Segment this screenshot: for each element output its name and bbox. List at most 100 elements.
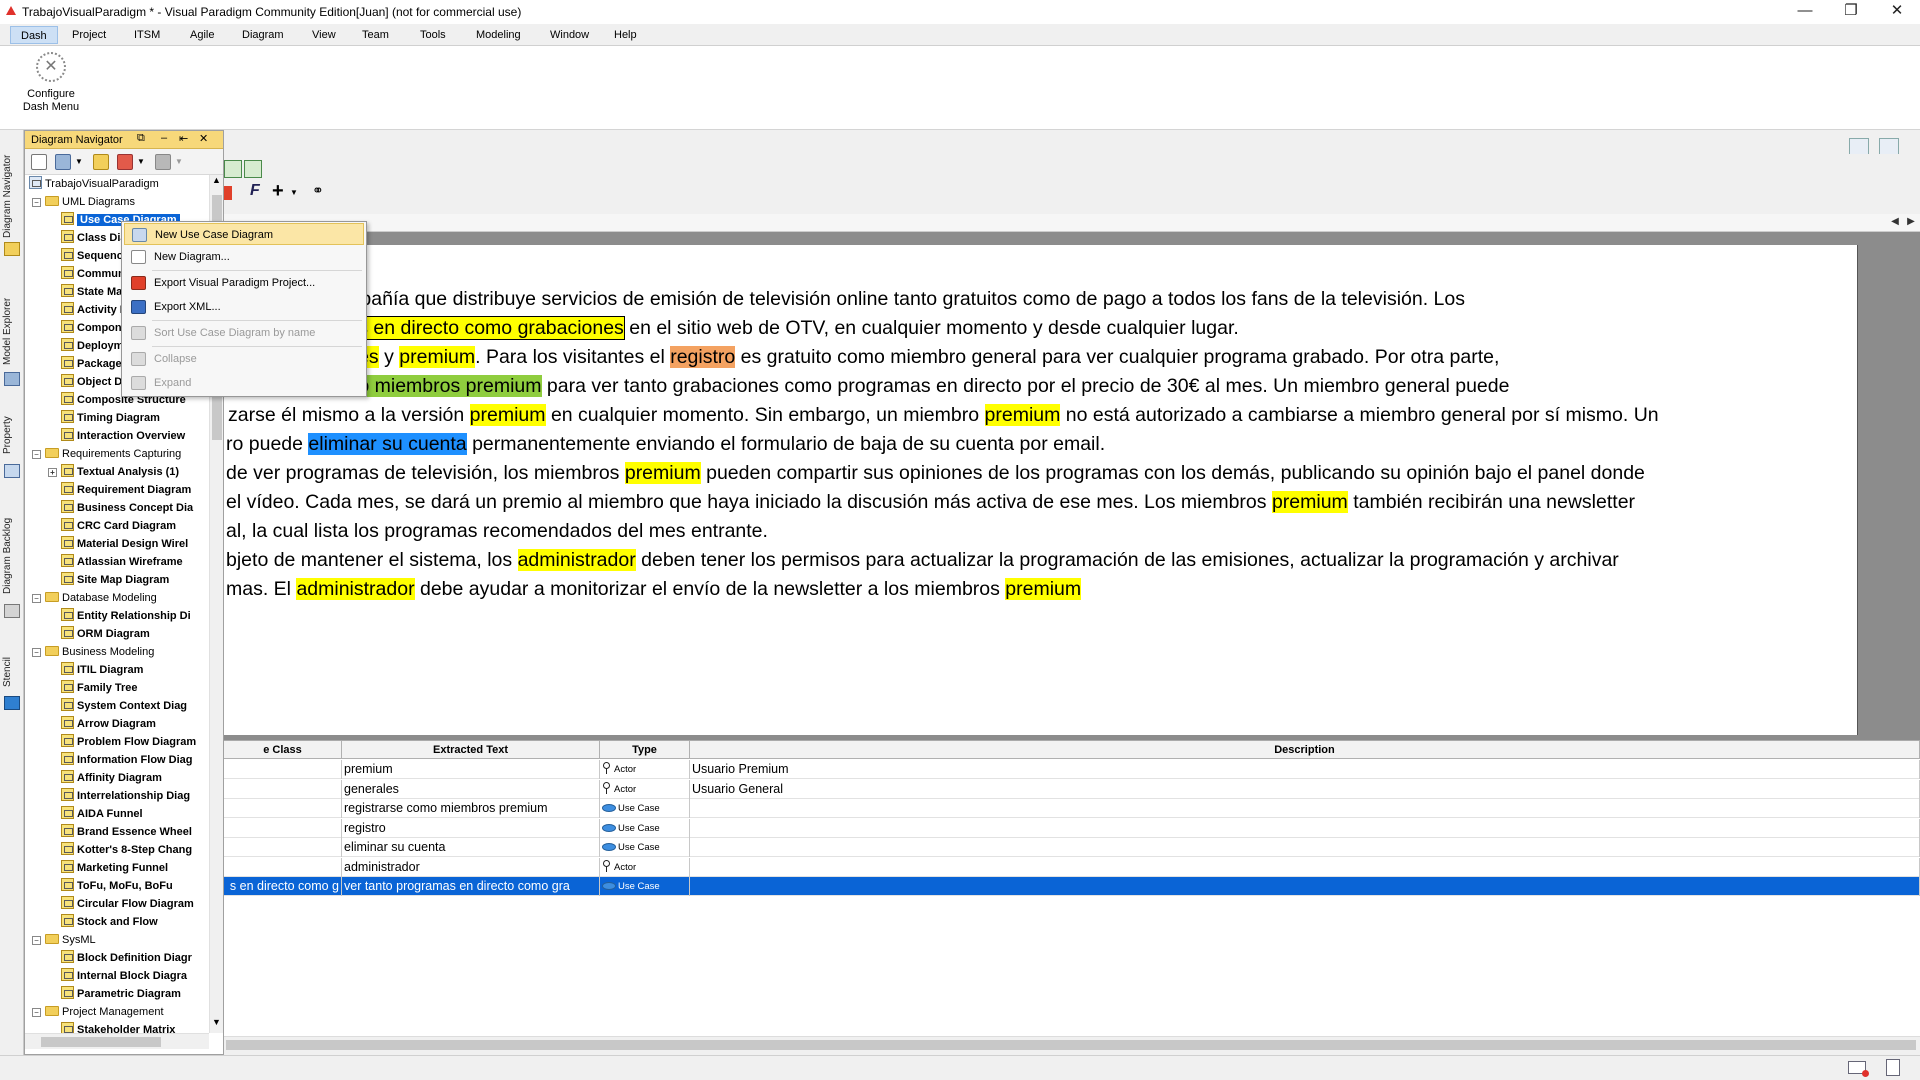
tree-folder[interactable]: − UML Diagrams xyxy=(32,193,135,211)
tree-item[interactable]: Timing Diagram xyxy=(61,409,160,427)
cell-description[interactable]: Usuario Premium xyxy=(690,760,1920,779)
tree-item[interactable]: Interaction Overview xyxy=(61,427,185,445)
cell-class[interactable] xyxy=(224,779,342,799)
tree-item[interactable]: Business Concept Dia xyxy=(61,499,193,517)
minimize-panel-icon[interactable]: – xyxy=(161,132,167,144)
highlighted-term[interactable]: premium xyxy=(1271,491,1348,513)
grid-icon[interactable] xyxy=(224,160,242,178)
cell-extracted-text[interactable]: eliminar su cuenta xyxy=(342,838,600,857)
cell-type[interactable]: Actor xyxy=(600,760,690,779)
collapse-toggle-icon[interactable]: − xyxy=(32,936,41,945)
tree-folder[interactable]: − Project Management xyxy=(32,1003,164,1021)
menu-window[interactable]: Window xyxy=(540,26,599,44)
menu-modeling[interactable]: Modeling xyxy=(466,26,531,44)
menu-dash[interactable]: Dash xyxy=(10,26,58,44)
tree-item[interactable]: ORM Diagram xyxy=(61,625,150,643)
scroll-up-icon[interactable]: ▲ xyxy=(212,175,221,185)
cell-extracted-text[interactable]: generales xyxy=(342,779,600,799)
tree-item[interactable]: Problem Flow Diagram xyxy=(61,733,196,751)
tree-item[interactable]: Parametric Diagram xyxy=(61,985,181,1003)
sort-dropdown-icon[interactable]: ▼ xyxy=(137,157,145,166)
add-dropdown-icon[interactable]: ▼ xyxy=(290,188,298,197)
cell-extracted-text[interactable]: ver tanto programas en directo como gra xyxy=(342,877,600,896)
tree-root[interactable]: TrabajoVisualParadigm xyxy=(29,175,159,193)
cell-class[interactable]: s en directo como g xyxy=(224,877,342,896)
new-diagram-icon[interactable] xyxy=(31,154,47,170)
tree-item[interactable]: Stakeholder Matrix xyxy=(61,1021,175,1033)
close-panel-icon[interactable]: ✕ xyxy=(199,132,208,145)
cell-description[interactable]: Usuario General xyxy=(690,779,1920,799)
highlighted-term[interactable]: registro xyxy=(670,346,736,368)
collapse-toggle-icon[interactable]: − xyxy=(32,198,41,207)
cell-type[interactable]: Use Case xyxy=(600,799,690,818)
tree-item[interactable]: Kotter's 8-Step Chang xyxy=(61,841,192,859)
highlighted-term[interactable]: premium xyxy=(399,346,476,368)
tab-stencil[interactable]: Stencil xyxy=(2,650,22,694)
cell-extracted-text[interactable]: premium xyxy=(342,760,600,779)
col-header-class[interactable]: e Class xyxy=(224,741,342,759)
find-binoculars-icon[interactable]: ⚭ xyxy=(312,182,324,199)
highlighted-term[interactable]: eliminar su cuenta xyxy=(308,433,467,455)
tab-diagram-navigator[interactable]: Diagram Navigator xyxy=(2,148,22,244)
float-panel-icon[interactable]: ⧉ xyxy=(137,132,145,145)
collapse-toggle-icon[interactable]: − xyxy=(32,450,41,459)
table-row[interactable]: generales Actor Usuario General xyxy=(224,779,1920,799)
menu-help[interactable]: Help xyxy=(604,26,647,44)
tree-item[interactable]: Entity Relationship Di xyxy=(61,607,191,625)
cell-class[interactable] xyxy=(224,818,342,838)
tree-item[interactable]: Atlassian Wireframe xyxy=(61,553,183,571)
tab-model-explorer[interactable]: Model Explorer xyxy=(2,292,22,370)
tree-folder[interactable]: − Requirements Capturing xyxy=(32,445,181,463)
refresh-icon[interactable] xyxy=(55,154,71,170)
expand-toggle-icon[interactable]: + xyxy=(48,468,57,477)
tree-item[interactable]: Information Flow Diag xyxy=(61,751,193,769)
cell-type[interactable]: Actor xyxy=(600,779,690,799)
minimize-button[interactable]: — xyxy=(1782,0,1828,24)
tree-item[interactable]: AIDA Funnel xyxy=(61,805,143,823)
highlight-icon[interactable] xyxy=(224,186,232,200)
collapse-toggle-icon[interactable]: − xyxy=(32,648,41,657)
cell-type[interactable]: Use Case xyxy=(600,877,690,896)
menu-new-use-case-diagram[interactable]: New Use Case Diagram xyxy=(124,223,364,245)
table-icon[interactable] xyxy=(244,160,262,178)
cell-description[interactable] xyxy=(690,877,1920,896)
tree-item[interactable]: Material Design Wirel xyxy=(61,535,188,553)
menu-team[interactable]: Team xyxy=(352,26,399,44)
scroll-down-icon[interactable]: ▼ xyxy=(212,1017,221,1027)
cell-description[interactable] xyxy=(690,818,1920,838)
tree-item[interactable]: Arrow Diagram xyxy=(61,715,156,733)
cell-extracted-text[interactable]: registro xyxy=(342,818,600,838)
tab-scroll-right-icon[interactable]: ▶ xyxy=(1904,216,1918,227)
sort-icon[interactable] xyxy=(117,154,133,170)
document-icon[interactable] xyxy=(1886,1059,1900,1076)
cell-extracted-text[interactable]: administrador xyxy=(342,857,600,877)
table-row[interactable]: registro Use Case xyxy=(224,818,1920,838)
tree-item[interactable]: Family Tree xyxy=(61,679,138,697)
tree-folder[interactable]: − SysML xyxy=(32,931,96,949)
table-row[interactable]: administrador Actor xyxy=(224,857,1920,877)
highlighted-term[interactable]: premium xyxy=(624,462,701,484)
cell-class[interactable] xyxy=(224,838,342,857)
collapse-toggle-icon[interactable]: − xyxy=(32,594,41,603)
configure-dash-menu-button[interactable]: ✕ Configure Dash Menu xyxy=(16,52,86,114)
highlighted-term[interactable]: premium xyxy=(1005,578,1082,600)
menu-export-project[interactable]: Export Visual Paradigm Project... xyxy=(124,272,364,294)
tree-item[interactable]: Interrelationship Diag xyxy=(61,787,190,805)
cell-description[interactable] xyxy=(690,838,1920,857)
tree-item[interactable]: Marketing Funnel xyxy=(61,859,168,877)
highlighted-term[interactable]: premium xyxy=(469,404,546,426)
menu-new-diagram[interactable]: New Diagram... xyxy=(124,246,364,268)
cell-type[interactable]: Use Case xyxy=(600,818,690,838)
history-dropdown-icon[interactable]: ▼ xyxy=(175,157,183,166)
table-row[interactable]: s en directo como g ver tanto programas e… xyxy=(224,877,1920,896)
table-hscroll-thumb[interactable] xyxy=(226,1040,1916,1050)
tree-item[interactable]: Block Definition Diagr xyxy=(61,949,192,967)
problem-statement-document[interactable]: on) es una compañía que distribuye servi… xyxy=(224,245,1858,735)
tab-property[interactable]: Property xyxy=(2,408,22,462)
tree-item[interactable]: + Textual Analysis (1) xyxy=(48,463,179,481)
col-header-description[interactable]: Description xyxy=(690,741,1920,759)
cell-description[interactable] xyxy=(690,799,1920,818)
tab-scroll-left-icon[interactable]: ◀ xyxy=(1888,216,1902,227)
cell-class[interactable] xyxy=(224,760,342,779)
navigator-hscroll-thumb[interactable] xyxy=(41,1037,161,1047)
